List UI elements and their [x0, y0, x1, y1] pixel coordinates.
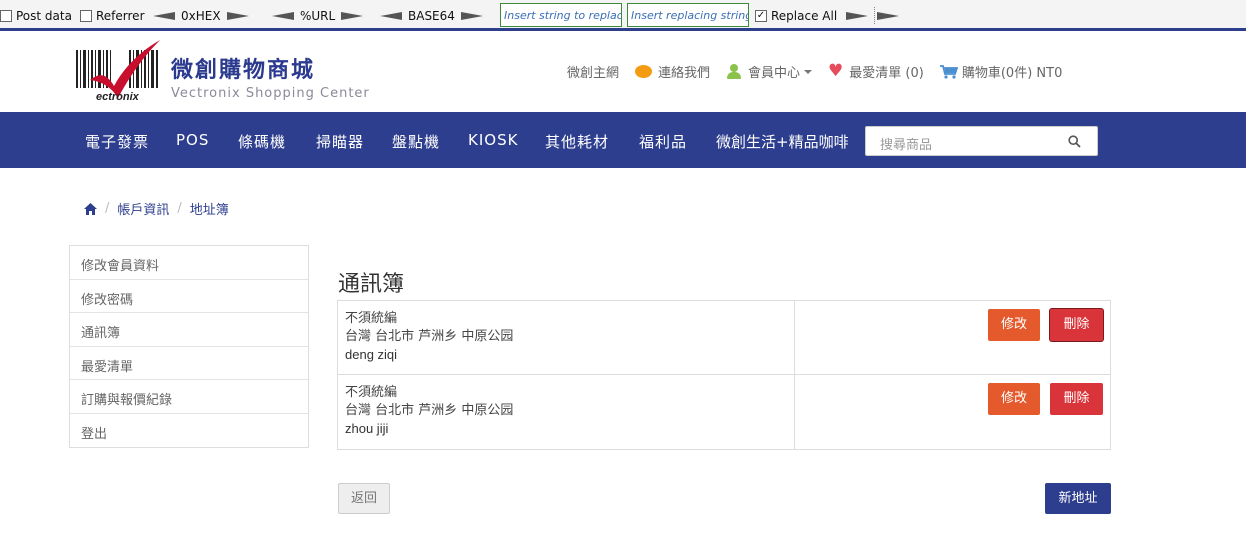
contact-label: 連絡我們: [658, 66, 711, 81]
base64-label: BASE64: [408, 8, 455, 23]
nav-item-einvoice[interactable]: 電子發票: [85, 131, 149, 152]
chat-bubble-icon: [635, 65, 653, 78]
page-title: 通訊簿: [338, 272, 405, 297]
brand-title: 微創購物商城: [171, 58, 316, 83]
address-row: 不須統編 台灣 台北市 芦洲乡 中原公园 zhou jiji 修改 刪除: [338, 375, 1110, 449]
nav-item-barcode-printer[interactable]: 條碼機: [238, 131, 286, 152]
url-encode-button[interactable]: %URL: [272, 7, 364, 24]
delete-address-button[interactable]: 刪除: [1050, 309, 1103, 341]
cart-icon: [939, 64, 958, 79]
arrow-right-icon: [846, 11, 868, 21]
replace-all-label: Replace All: [771, 8, 838, 23]
address-row: 不須統編 台灣 台北市 芦洲乡 中原公园 deng ziqi 修改 刪除: [338, 301, 1110, 375]
hackbar-toolbar: Post data Referrer 0xHEX %URL BASE64 Ins…: [0, 0, 1246, 31]
sidebar-item-address-book[interactable]: 通訊簿: [70, 313, 308, 347]
sidebar-item-edit-profile[interactable]: 修改會員資料: [70, 246, 308, 280]
chevron-down-icon: [804, 69, 813, 74]
search-icon[interactable]: [1068, 135, 1081, 148]
arrow-right-icon: [460, 11, 483, 21]
address-text: 台灣 台北市 芦洲乡 中原公园: [345, 329, 514, 344]
breadcrumb-account[interactable]: 帳戶資訊: [117, 199, 169, 218]
base64-encode-button[interactable]: BASE64: [380, 7, 483, 24]
member-label: 會員中心: [748, 66, 801, 81]
barcode-logo-icon: ectronix: [76, 40, 160, 103]
post-data-checkbox[interactable]: [0, 9, 12, 22]
nav-item-lifestyle[interactable]: 微創生活+精品咖啡: [716, 131, 849, 152]
address-table: 不須統編 台灣 台北市 芦洲乡 中原公园 deng ziqi 修改 刪除 不須統…: [337, 300, 1111, 450]
referrer-label: Referrer: [96, 8, 145, 23]
nav-item-outlet[interactable]: 福利品: [639, 131, 687, 152]
replace-extra-button[interactable]: [874, 7, 899, 24]
address-text: 台灣 台北市 芦洲乡 中原公园: [345, 403, 514, 418]
arrow-right-icon: [877, 11, 899, 21]
hex-label: 0xHEX: [181, 8, 221, 23]
replace-run-button[interactable]: [846, 7, 868, 24]
edit-address-button[interactable]: 修改: [988, 383, 1040, 415]
nav-item-pos[interactable]: POS: [176, 131, 209, 149]
sidebar-item-orders[interactable]: 訂購與報價紀錄: [70, 380, 308, 414]
user-icon: [726, 64, 742, 79]
site-logo[interactable]: ectronix: [74, 38, 162, 103]
sidebar-item-logout[interactable]: 登出: [70, 414, 308, 448]
back-button[interactable]: 返回: [338, 483, 390, 514]
url-label: %URL: [300, 8, 336, 23]
member-center-dropdown[interactable]: 會員中心: [726, 62, 813, 81]
replace-string-input[interactable]: Insert string to replace: [500, 3, 622, 27]
arrow-left-icon: [153, 11, 175, 21]
brand-subtitle: Vectronix Shopping Center: [171, 86, 370, 101]
address-info: 不須統編 台灣 台北市 芦洲乡 中原公园 deng ziqi: [338, 301, 795, 374]
contact-link[interactable]: 連絡我們: [635, 62, 710, 81]
delete-address-button[interactable]: 刪除: [1050, 383, 1103, 415]
cart-link[interactable]: 購物車(0件) NT0: [939, 62, 1063, 81]
new-address-button[interactable]: 新地址: [1045, 483, 1111, 514]
tax-id-text: 不須統編: [345, 311, 398, 326]
replacing-string-input[interactable]: Insert replacing string: [627, 3, 749, 27]
sidebar-item-change-password[interactable]: 修改密碼: [70, 280, 308, 313]
arrow-right-icon: [226, 11, 249, 21]
address-info: 不須統編 台灣 台北市 芦洲乡 中原公园 zhou jiji: [338, 375, 795, 449]
breadcrumb-separator: /: [105, 201, 110, 216]
recipient-name: deng ziqi: [345, 347, 398, 362]
cart-label: 購物車(0件) NT0: [961, 66, 1063, 81]
breadcrumb: / 帳戶資訊 / 地址簿: [84, 199, 229, 218]
arrow-left-icon: [272, 11, 294, 21]
wishlist-link[interactable]: ♥ 最愛清單 (0): [828, 61, 924, 82]
post-data-toggle[interactable]: Post data: [0, 7, 72, 24]
nav-item-supplies[interactable]: 其他耗材: [545, 131, 609, 152]
search-input[interactable]: 搜尋商品: [865, 126, 1098, 156]
recipient-name: zhou jiji: [345, 421, 389, 436]
svg-text:ectronix: ectronix: [96, 91, 140, 102]
wishlist-label: 最愛清單 (0): [849, 66, 924, 81]
referrer-toggle[interactable]: Referrer: [80, 7, 145, 24]
replace-all-checkbox[interactable]: ✓: [755, 9, 767, 22]
account-sidebar: 修改會員資料 修改密碼 通訊簿 最愛清單 訂購與報價紀錄 登出: [69, 245, 309, 448]
tax-id-text: 不須統編: [345, 385, 398, 400]
top-links: 微創主網 連絡我們 會員中心 ♥ 最愛清單 (0) 購物車(0件) NT0: [567, 61, 1063, 82]
nav-item-kiosk[interactable]: KIOSK: [468, 131, 518, 149]
sidebar-item-wishlist[interactable]: 最愛清單: [70, 347, 308, 380]
arrow-left-icon: [380, 11, 402, 21]
nav-item-inventory[interactable]: 盤點機: [392, 131, 440, 152]
nav-item-scanner[interactable]: 掃瞄器: [316, 131, 364, 152]
breadcrumb-separator: /: [177, 201, 182, 216]
arrow-right-icon: [341, 11, 364, 21]
home-icon[interactable]: [84, 202, 97, 215]
home-link[interactable]: 微創主網: [567, 62, 619, 81]
breadcrumb-current: 地址簿: [189, 203, 229, 218]
hex-encode-button[interactable]: 0xHEX: [153, 7, 249, 24]
replace-all-toggle[interactable]: ✓ Replace All: [755, 7, 837, 24]
edit-address-button[interactable]: 修改: [988, 309, 1040, 341]
referrer-checkbox[interactable]: [80, 9, 92, 22]
heart-icon: ♥: [828, 61, 844, 81]
post-data-label: Post data: [16, 8, 72, 23]
